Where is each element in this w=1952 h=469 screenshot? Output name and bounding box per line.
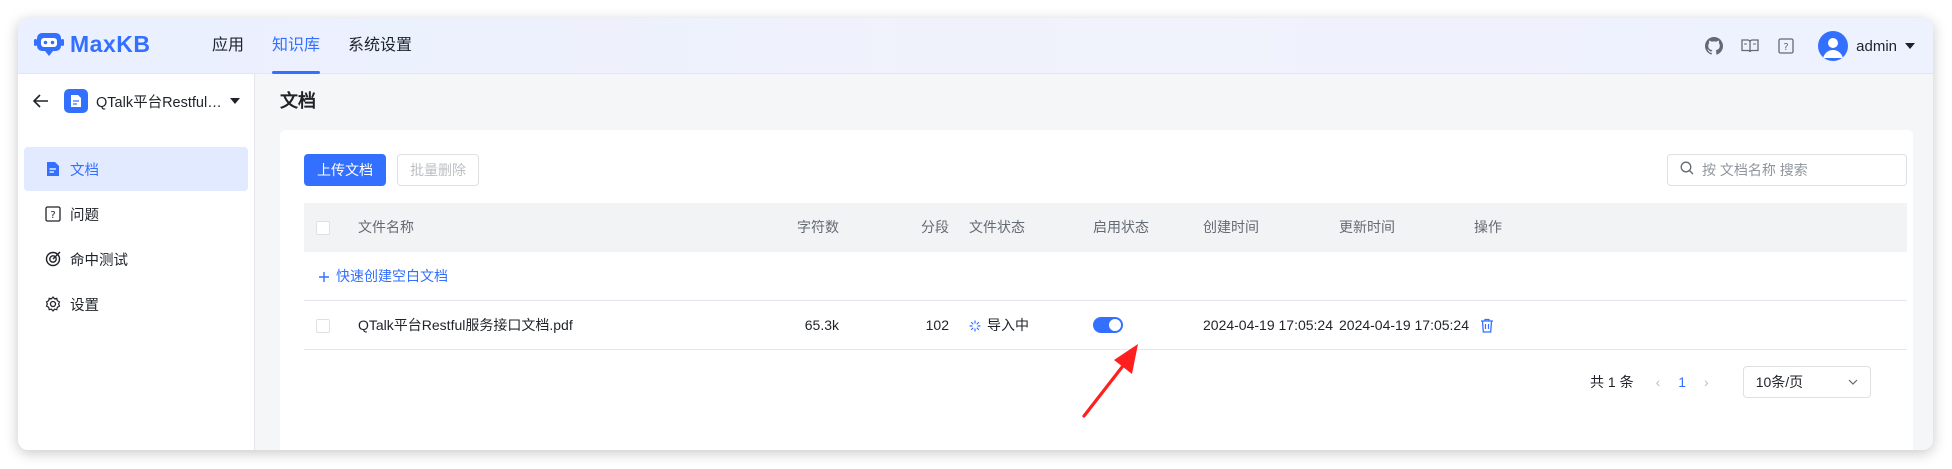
quick-create-link[interactable]: 快速创建空白文档 — [318, 252, 448, 301]
page-title: 文档 — [280, 91, 316, 111]
plus-icon — [319, 271, 329, 282]
col-segments[interactable]: 分段 — [904, 203, 949, 252]
page-number[interactable]: 1 — [1678, 374, 1686, 390]
chevron-down-icon[interactable] — [230, 98, 240, 104]
prev-page-icon[interactable]: ‹ — [1656, 374, 1661, 390]
search-icon — [1680, 161, 1694, 180]
target-icon — [44, 250, 62, 268]
svg-text:?: ? — [50, 210, 55, 221]
document-icon — [44, 160, 62, 178]
kb-name: QTalk平台Restful服务接口文档 — [96, 94, 226, 111]
username[interactable]: admin — [1856, 38, 1897, 55]
quick-create-label: 快速创建空白文档 — [336, 268, 448, 284]
sidebar-menu: 文档 ? 问题 命中测试 设置 — [24, 147, 248, 327]
sidebar-item-label: 设置 — [70, 297, 99, 314]
col-created[interactable]: 创建时间 — [1203, 203, 1259, 252]
col-file-status: 文件状态 — [969, 219, 1025, 235]
logo[interactable]: MaxKB — [34, 30, 150, 58]
chevron-down-icon — [1848, 379, 1858, 385]
total-count: 共 1 条 — [1590, 374, 1634, 390]
col-char-count[interactable]: 字符数 — [784, 203, 839, 252]
status-text: 导入中 — [987, 317, 1029, 333]
col-updated[interactable]: 更新时间 — [1339, 203, 1395, 252]
batch-delete-button[interactable]: 批量删除 — [397, 154, 479, 186]
app-window: MaxKB 应用 知识库 系统设置 ? admin QTalk平台Restful… — [18, 18, 1933, 450]
book-icon[interactable] — [1740, 36, 1760, 56]
table-header: 文件名称 字符数 分段 文件状态 启用状态 创建时间 更新时间 操作 — [304, 203, 1907, 252]
sidebar-item-label: 命中测试 — [70, 252, 128, 269]
delete-icon[interactable] — [1480, 301, 1494, 350]
sidebar-item-documents[interactable]: 文档 — [24, 147, 248, 191]
nav-item-apps[interactable]: 应用 — [212, 18, 244, 74]
nav-item-knowledge[interactable]: 知识库 — [272, 18, 321, 74]
sidebar-item-settings[interactable]: 设置 — [24, 282, 248, 326]
updated-time: 2024-04-19 17:05:24 — [1339, 317, 1469, 333]
help-icon[interactable]: ? — [1776, 36, 1796, 56]
segment-count: 102 — [925, 317, 949, 333]
nav-item-settings[interactable]: 系统设置 — [348, 18, 412, 74]
loading-icon — [969, 319, 981, 332]
top-nav: 应用 知识库 系统设置 — [212, 18, 440, 74]
chevron-down-icon[interactable] — [1905, 43, 1915, 49]
question-icon: ? — [44, 205, 62, 223]
search-box[interactable] — [1667, 154, 1907, 186]
sidebar-item-hit-test[interactable]: 命中测试 — [24, 237, 248, 281]
pagination: 共 1 条 ‹ 1 › 10条/页 — [1590, 366, 1871, 398]
upload-document-button[interactable]: 上传文档 — [304, 154, 386, 186]
header-actions: ? admin — [1688, 28, 1915, 64]
sidebar-item-label: 文档 — [70, 162, 99, 179]
col-enable-status: 启用状态 — [1093, 219, 1149, 235]
col-file-name[interactable]: 文件名称 — [358, 203, 414, 252]
file-status: 导入中 — [969, 301, 1029, 350]
sidebar-item-label: 问题 — [70, 207, 99, 224]
file-name[interactable]: QTalk平台Restful服务接口文档.pdf — [358, 301, 573, 350]
select-all-checkbox[interactable] — [316, 221, 330, 235]
robot-logo-icon — [34, 30, 64, 58]
kb-selector[interactable]: QTalk平台Restful服务接口文档 — [30, 86, 248, 116]
logo-text: MaxKB — [70, 30, 151, 57]
back-arrow-icon[interactable] — [30, 90, 52, 112]
top-header: MaxKB 应用 知识库 系统设置 ? admin — [18, 18, 1933, 74]
search-input[interactable] — [1702, 162, 1892, 178]
kb-document-icon — [64, 89, 88, 113]
page-size-value: 10条/页 — [1755, 374, 1804, 390]
created-time: 2024-04-19 17:05:24 — [1203, 317, 1333, 333]
page-size-select[interactable]: 10条/页 — [1742, 366, 1871, 398]
row-checkbox[interactable] — [316, 319, 330, 333]
char-count: 65.3k — [804, 317, 839, 333]
col-actions: 操作 — [1474, 219, 1502, 235]
sidebar-item-questions[interactable]: ? 问题 — [24, 192, 248, 236]
user-avatar[interactable] — [1818, 31, 1849, 61]
svg-text:?: ? — [1783, 42, 1788, 53]
github-icon[interactable] — [1704, 36, 1724, 56]
documents-table: 文件名称 字符数 分段 文件状态 启用状态 创建时间 更新时间 操作 快速创建空… — [304, 203, 1907, 350]
quick-create-row: 快速创建空白文档 — [304, 252, 1907, 301]
gear-icon — [44, 295, 62, 313]
sidebar: QTalk平台Restful服务接口文档 文档 ? 问题 命中测试 — [18, 74, 255, 450]
enable-toggle[interactable] — [1093, 317, 1123, 333]
next-page-icon[interactable]: › — [1704, 374, 1709, 390]
annotation-arrow-icon — [1082, 344, 1138, 418]
